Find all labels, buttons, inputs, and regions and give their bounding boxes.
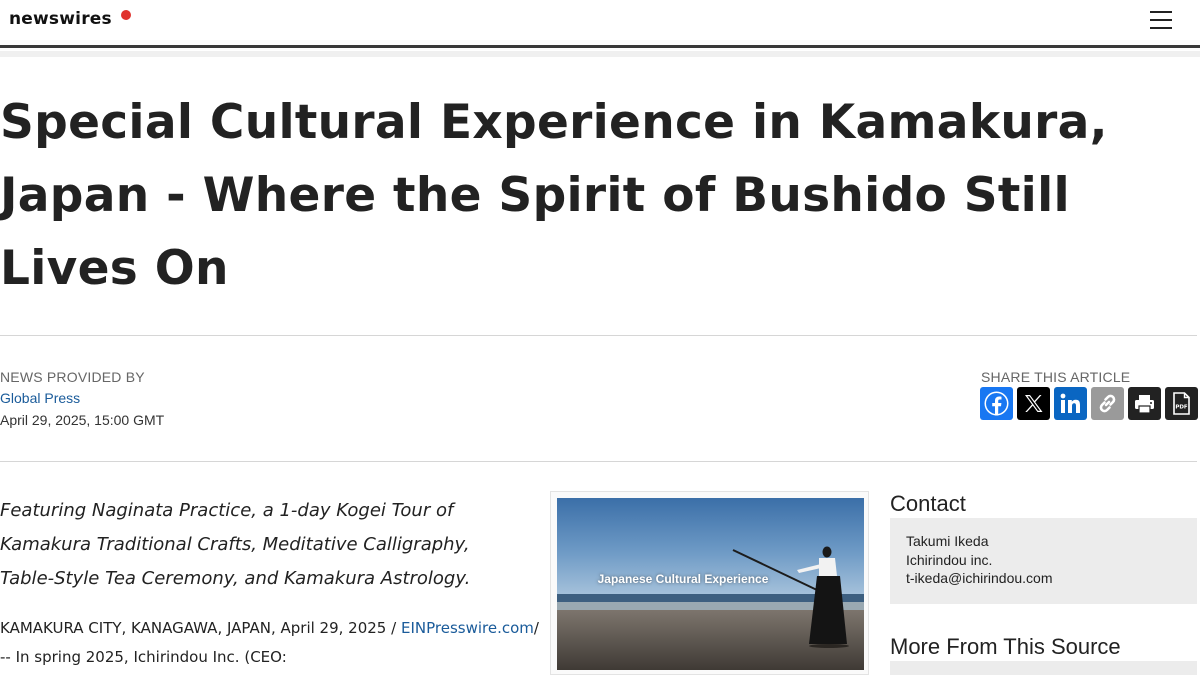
more-from-source-heading: More From This Source: [890, 634, 1121, 659]
divider: [0, 335, 1197, 336]
hamburger-icon: [1150, 11, 1172, 13]
top-bar: newswires: [0, 0, 1200, 48]
article-image-frame[interactable]: Japanese Cultural Experience: [550, 491, 869, 675]
link-icon: [1091, 387, 1124, 420]
header-divider-strip: [0, 51, 1200, 57]
hamburger-icon-bar: [1150, 19, 1172, 21]
news-provided-by-label: NEWS PROVIDED BY: [0, 369, 145, 385]
svg-text:PDF: PDF: [1175, 405, 1188, 411]
article-lede: Featuring Naginata Practice, a 1-day Kog…: [0, 500, 471, 589]
pdf-icon: PDF: [1165, 387, 1198, 420]
site-logo[interactable]: newswires: [9, 9, 112, 29]
contact-card: Takumi Ikeda Ichirindou inc. t-ikeda@ich…: [890, 518, 1197, 604]
contact-email[interactable]: t-ikeda@ichirindou.com: [906, 569, 1181, 588]
article-body: KAMAKURA CITY, KANAGAWA, JAPAN, April 29…: [0, 614, 540, 672]
provider-link[interactable]: Global Press: [0, 390, 80, 406]
printer-icon: [1128, 387, 1161, 420]
share-linkedin-button[interactable]: [1054, 387, 1087, 420]
article-image: Japanese Cultural Experience: [557, 498, 864, 670]
share-x-button[interactable]: [1017, 387, 1050, 420]
hamburger-icon-bar: [1150, 27, 1172, 29]
logo-badge-icon: [121, 10, 131, 20]
source-link[interactable]: EINPresswire.com: [401, 619, 534, 637]
linkedin-icon: [1054, 387, 1087, 420]
article-headline: Special Cultural Experience in Kamakura,…: [0, 95, 1108, 296]
hamburger-menu-button[interactable]: [1150, 8, 1172, 32]
contact-heading: Contact: [890, 491, 966, 516]
divider: [0, 461, 1197, 462]
share-facebook-button[interactable]: [980, 387, 1013, 420]
publish-datetime: April 29, 2025, 15:00 GMT: [0, 412, 165, 428]
image-caption: Japanese Cultural Experience: [597, 572, 769, 586]
contact-name: Takumi Ikeda: [906, 533, 989, 549]
x-icon: [1017, 387, 1050, 420]
contact-company: Ichirindou inc.: [906, 551, 993, 568]
dateline: KAMAKURA CITY, KANAGAWA, JAPAN, April 29…: [0, 619, 397, 637]
copy-link-button[interactable]: [1091, 387, 1124, 420]
more-from-source-panel: [890, 661, 1197, 675]
download-pdf-button[interactable]: PDF: [1165, 387, 1198, 420]
facebook-icon: [980, 387, 1013, 420]
print-button[interactable]: [1128, 387, 1161, 420]
share-article-label: SHARE THIS ARTICLE: [981, 369, 1131, 385]
